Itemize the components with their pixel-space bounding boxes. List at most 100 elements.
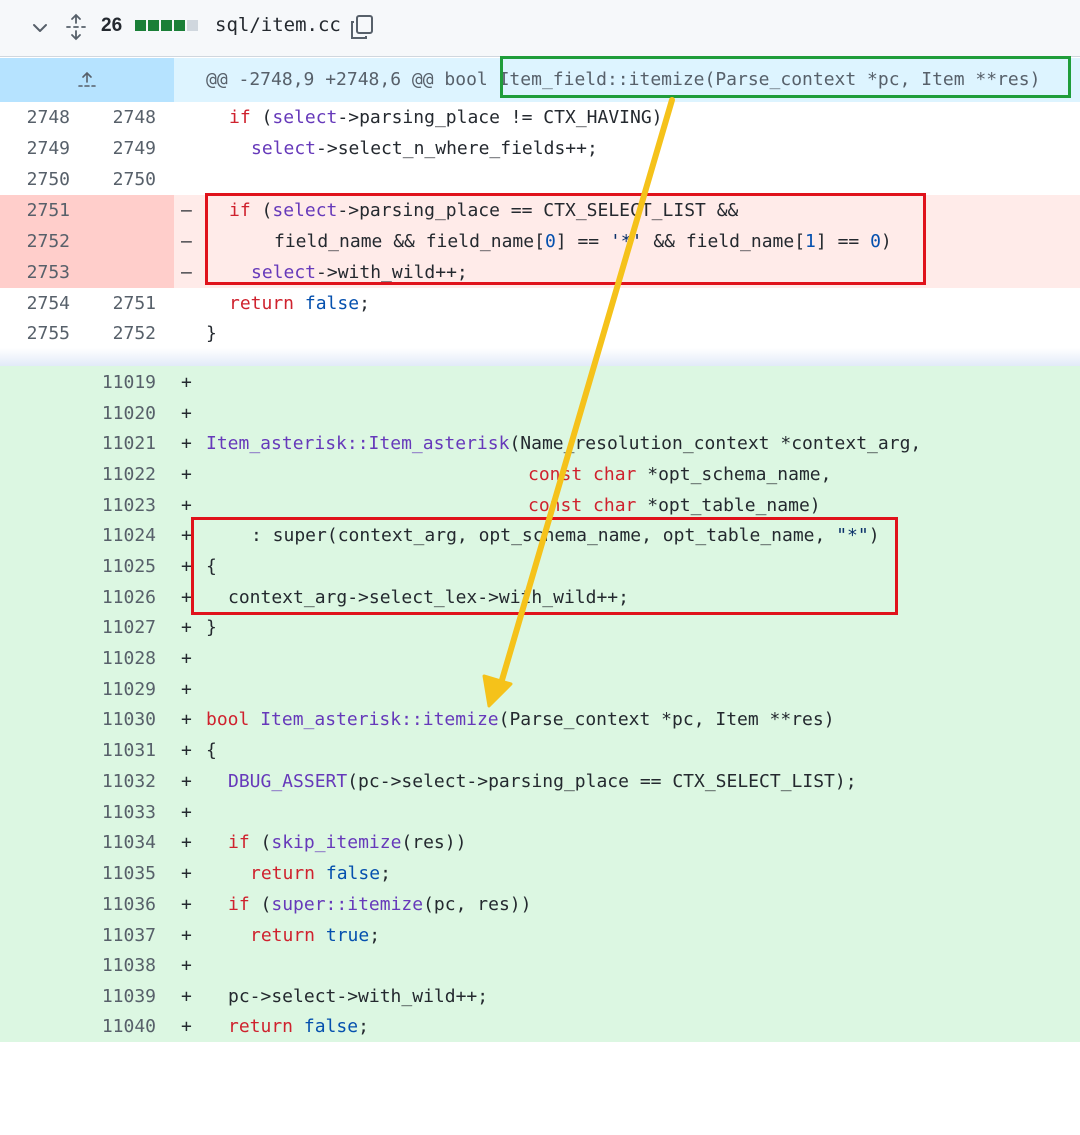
code-text: DBUG_ASSERT(pc->select->parsing_place ==… [228,766,857,797]
old-line-number[interactable]: 2752 [0,226,70,257]
code-token: ) [880,231,892,252]
new-line-number[interactable]: 11027 [86,612,156,643]
code-token: : super(context_arg, opt_schema_name, op… [251,525,837,546]
new-line-number[interactable]: 2752 [86,318,156,349]
code-text: return false; [228,1011,369,1042]
new-line-number[interactable]: 11031 [86,735,156,766]
code-text: if (super::itemize(pc, res)) [228,889,531,920]
identifier: select [251,262,317,283]
added-line: 11020 + [0,398,1080,429]
code-token: ; [359,293,370,314]
new-line-number[interactable]: 11020 [86,398,156,429]
keyword: return [229,293,295,314]
added-line: 11019 + [0,367,1080,398]
file-name-link[interactable]: sql/item.cc [215,14,341,36]
old-line-number[interactable]: 2753 [0,257,70,288]
new-line-number[interactable]: 11034 [86,827,156,858]
old-line-number[interactable]: 2754 [0,288,70,319]
old-line-number[interactable]: 2755 [0,318,70,349]
added-line: 11031 + { [0,735,1080,766]
addition-marker: + [181,587,192,608]
code-token: (res)) [401,832,467,853]
added-line: 11025 + { [0,551,1080,582]
old-line-number[interactable]: 2750 [0,164,70,195]
number-literal: 0 [544,231,556,252]
expand-up-icon [78,71,96,87]
code-token: ; [380,863,391,884]
old-line-number[interactable]: 2749 [0,133,70,164]
code-text: return true; [250,920,380,951]
addition-marker: + [181,617,192,638]
addition-marker: + [181,894,192,915]
identifier: super::itemize [271,894,424,915]
new-line-number[interactable]: 2750 [86,164,156,195]
expand-up-button[interactable] [0,58,174,102]
hunk-header: @@ -2748,9 +2748,6 @@ bool Item_field::i… [0,58,1080,102]
code-text: if (skip_itemize(res)) [228,827,466,858]
code-text: select->with_wild++; [251,257,468,288]
new-line-number[interactable]: 11026 [86,582,156,613]
code-token: ->select_n_where_fields++; [316,138,598,159]
new-line-number[interactable]: 11036 [86,889,156,920]
new-line-number[interactable]: 11032 [86,766,156,797]
diff-line: 2749 2749 select->select_n_where_fields+… [0,133,1080,164]
deletion-marker: – [181,262,192,283]
deleted-line: 2753 – select->with_wild++; [0,257,1080,288]
old-line-number[interactable]: 2748 [0,102,70,133]
chevron-down-icon[interactable] [30,18,50,38]
addition-marker: + [181,403,192,424]
diff-line: 2748 2748 if (select->parsing_place != C… [0,102,1080,133]
added-line: 11033 + [0,797,1080,828]
new-line-number[interactable]: 11035 [86,858,156,889]
new-line-number[interactable]: 11024 [86,520,156,551]
added-line: 11036 + if (super::itemize(pc, res)) [0,889,1080,920]
new-line-number[interactable]: 11029 [86,674,156,705]
code-text: bool Item_asterisk::itemize(Parse_contex… [206,704,835,735]
new-line-number[interactable]: 11022 [86,459,156,490]
diff-line: 2755 2752 } [0,318,1080,349]
new-line-number[interactable]: 2748 [86,102,156,133]
old-line-number[interactable]: 2751 [0,195,70,226]
deleted-line: 2752 – field_name && field_name[0] == '*… [0,226,1080,257]
code-token: (pc->select->parsing_place == CTX_SELECT… [347,771,857,792]
new-line-number[interactable]: 11037 [86,920,156,951]
added-line: 11040 + return false; [0,1011,1080,1042]
code-text: return false; [250,858,391,889]
new-line-number[interactable]: 11030 [86,704,156,735]
code-token: ] == [815,231,871,252]
code-text: } [206,323,217,344]
added-line: 11029 + [0,674,1080,705]
addition-marker: + [181,556,192,577]
copy-icon[interactable] [350,14,374,40]
new-line-number[interactable]: 11039 [86,981,156,1012]
new-line-number[interactable]: 2751 [86,288,156,319]
addition-marker: + [181,802,192,823]
new-line-number[interactable]: 11021 [86,428,156,459]
addition-marker: + [181,433,192,454]
section-divider [0,348,1080,368]
new-line-number[interactable]: 11033 [86,797,156,828]
code-text: select->select_n_where_fields++; [251,133,598,164]
new-line-number[interactable]: 11040 [86,1011,156,1042]
added-line: 11022 + const char *opt_schema_name, [0,459,1080,490]
new-line-number[interactable]: 11023 [86,490,156,521]
new-line-number[interactable]: 2749 [86,133,156,164]
diffstat-block [135,20,146,31]
expand-all-icon[interactable] [64,13,88,41]
new-line-number[interactable]: 11025 [86,551,156,582]
identifier: select [272,200,338,221]
new-line-number[interactable]: 11019 [86,367,156,398]
code-text: field_name && field_name[0] == '*' && fi… [274,226,892,257]
new-line-number[interactable]: 11028 [86,643,156,674]
code-text: { [206,740,217,761]
new-line-number[interactable]: 11038 [86,950,156,981]
code-token: ; [369,925,381,946]
keyword: if [228,832,250,853]
addition-marker: + [181,679,192,700]
code-token: ( [250,107,273,128]
code-text: return false; [229,288,370,319]
addition-marker: + [181,525,192,546]
keyword: return [228,1016,294,1037]
